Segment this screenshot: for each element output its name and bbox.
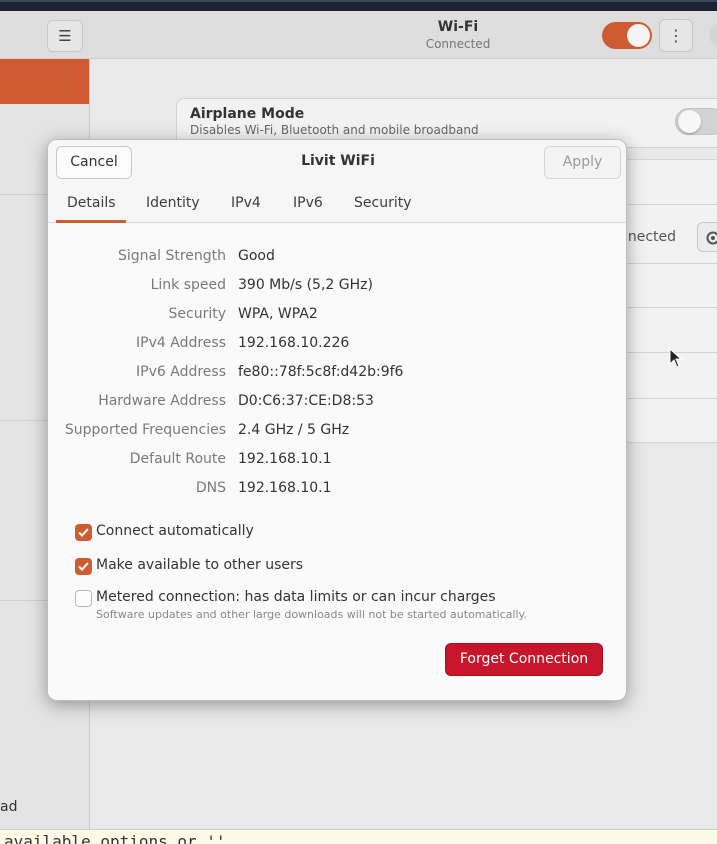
detail-row-ipv4-address: IPv4 Address 192.168.10.226 (48, 335, 626, 357)
apply-button[interactable]: Apply (544, 146, 621, 179)
network-status-text: nnected (619, 229, 677, 245)
forget-connection-button[interactable]: Forget Connection (445, 643, 603, 676)
cancel-button[interactable]: Cancel (56, 146, 132, 179)
detail-value: 192.168.10.1 (238, 451, 332, 467)
detail-value: 2.4 GHz / 5 GHz (238, 422, 350, 438)
wifi-menu-button[interactable]: ⋮ (659, 19, 693, 52)
tab-identity[interactable]: Identity (146, 195, 200, 211)
terminal-text: available options or '' (4, 832, 226, 844)
hamburger-menu-icon: ☰ (58, 27, 72, 45)
window-subtitle: Connected (425, 37, 491, 51)
detail-label: Default Route (129, 451, 226, 467)
detail-row-hardware-address: Hardware Address D0:C6:37:CE:D8:53 (48, 393, 626, 415)
detail-row-default-route: Default Route 192.168.10.1 (48, 451, 626, 473)
detail-value: WPA, WPA2 (238, 306, 318, 322)
detail-value: D0:C6:37:CE:D8:53 (238, 393, 374, 409)
detail-row-signal-strength: Signal Strength Good (48, 248, 626, 270)
checkmark-icon (78, 528, 89, 537)
tab-security[interactable]: Security (354, 195, 412, 211)
vertical-ellipsis-icon: ⋮ (668, 26, 684, 45)
toggle-knob (678, 110, 701, 133)
dialog-title: Livit WiFi (301, 153, 375, 169)
detail-value: 192.168.10.226 (238, 335, 350, 351)
tab-details[interactable]: Details (67, 195, 116, 211)
detail-row-supported-frequencies: Supported Frequencies 2.4 GHz / 5 GHz (48, 422, 626, 444)
details-panel: Signal Strength Good Link speed 390 Mb/s… (48, 224, 626, 700)
detail-label: IPv6 Address (136, 364, 226, 380)
wifi-toggle[interactable] (602, 22, 652, 49)
connect-automatically-checkbox[interactable] (75, 524, 92, 541)
network-settings-button[interactable] (697, 222, 717, 252)
tab-ipv4[interactable]: IPv4 (231, 195, 261, 211)
wifi-details-dialog: Cancel Livit WiFi Apply Details Identity… (47, 139, 627, 701)
dialog-header: Cancel Livit WiFi Apply (48, 140, 626, 186)
metered-connection-checkbox[interactable] (75, 590, 92, 607)
dialog-tabs: Details Identity IPv4 IPv6 Security (48, 186, 626, 223)
sidebar-item-wifi-selected[interactable] (0, 59, 89, 104)
tab-ipv6[interactable]: IPv6 (293, 195, 323, 211)
detail-value: Good (238, 248, 275, 264)
detail-label: Hardware Address (98, 393, 226, 409)
detail-label: Supported Frequencies (64, 422, 226, 438)
detail-row-ipv6-address: IPv6 Address fe80::78f:5c8f:d42b:9f6 (48, 364, 626, 386)
window-title: Wi-Fi (437, 19, 479, 35)
detail-value: 192.168.10.1 (238, 480, 332, 496)
gear-icon (706, 231, 717, 245)
mouse-cursor-icon (669, 348, 683, 368)
detail-value: fe80::78f:5c8f:d42b:9f6 (238, 364, 404, 380)
detail-label: Security (168, 306, 227, 322)
connect-automatically-label: Connect automatically (96, 523, 254, 539)
detail-label: Link speed (150, 277, 226, 293)
detail-label: Signal Strength (117, 248, 226, 264)
metered-connection-sublabel: Software updates and other large downloa… (96, 608, 527, 621)
detail-label: DNS (195, 480, 226, 496)
window-close-button[interactable] (709, 23, 717, 47)
make-available-checkbox[interactable] (75, 558, 92, 575)
airplane-mode-title: Airplane Mode (190, 106, 305, 122)
detail-value: 390 Mb/s (5,2 GHz) (238, 277, 373, 293)
toggle-knob (627, 24, 650, 47)
detail-row-security: Security WPA, WPA2 (48, 306, 626, 328)
terminal-background-strip: available options or '' (0, 829, 717, 844)
detail-label: IPv4 Address (136, 335, 226, 351)
metered-connection-label: Metered connection: has data limits or c… (96, 589, 496, 605)
airplane-mode-subtitle: Disables Wi-Fi, Bluetooth and mobile bro… (190, 123, 479, 137)
active-tab-indicator (56, 220, 126, 223)
detail-row-dns: DNS 192.168.10.1 (48, 480, 626, 502)
detail-row-link-speed: Link speed 390 Mb/s (5,2 GHz) (48, 277, 626, 299)
airplane-mode-toggle[interactable] (675, 108, 717, 135)
settings-headerbar: ☰ Wi-Fi Connected ⋮ (0, 11, 717, 59)
make-available-label: Make available to other users (96, 557, 304, 573)
checkmark-icon (78, 562, 89, 571)
hamburger-menu-button[interactable]: ☰ (47, 20, 83, 52)
sidebar-item-label-partial[interactable]: ad (0, 799, 17, 815)
top-desktop-bar-highlight (0, 0, 717, 2)
